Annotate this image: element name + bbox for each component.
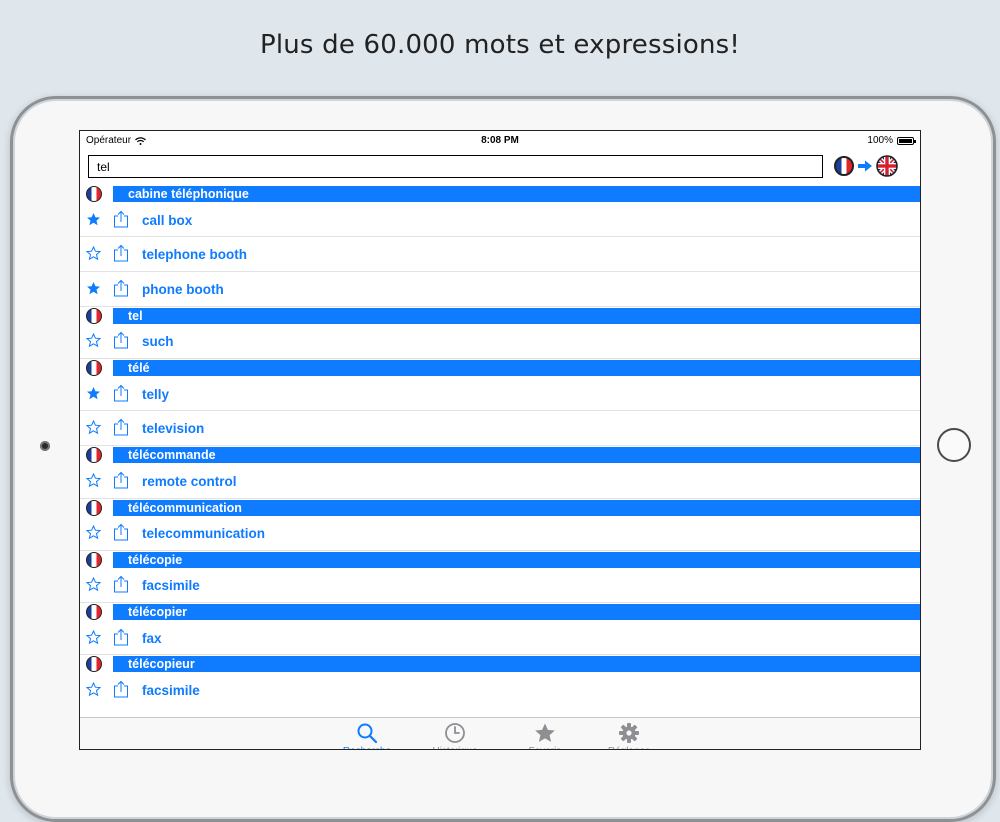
star-outline-icon[interactable] xyxy=(85,524,102,540)
translation-row[interactable]: fax xyxy=(80,621,920,656)
translation-term[interactable]: facsimile xyxy=(142,578,200,593)
share-icon[interactable] xyxy=(113,523,129,541)
headword-label: télécopier xyxy=(113,604,920,621)
tab-label: Favoris xyxy=(510,746,580,749)
translation-row[interactable]: call box xyxy=(80,203,920,238)
headword-label: tel xyxy=(113,307,920,324)
section-header: télécopieur xyxy=(80,655,920,673)
star-outline-icon[interactable] xyxy=(85,472,102,488)
app-screen: Opérateur 8:08 PM 100% tel cabine téléph… xyxy=(79,130,921,750)
translation-term[interactable]: telephone booth xyxy=(142,247,247,262)
battery-group: 100% xyxy=(867,135,916,146)
headword-label: télé xyxy=(113,360,920,377)
translation-row[interactable]: facsimile xyxy=(80,673,920,708)
section-header: cabine téléphonique xyxy=(80,185,920,203)
tab-search[interactable]: Recherche xyxy=(332,722,402,749)
tab-label: Réglages xyxy=(594,746,664,749)
battery-icon xyxy=(897,136,916,145)
translation-row[interactable]: phone booth xyxy=(80,272,920,307)
section-header: télécommunication xyxy=(80,499,920,517)
arrow-right-icon[interactable] xyxy=(857,158,873,174)
translation-row[interactable]: telephone booth xyxy=(80,237,920,273)
french-flag-icon xyxy=(86,360,102,377)
translation-row[interactable]: remote control xyxy=(80,464,920,499)
star-outline-icon[interactable] xyxy=(85,629,102,645)
status-bar: Opérateur 8:08 PM 100% xyxy=(80,131,920,151)
section-header: télé xyxy=(80,359,920,377)
headword-label: télécopieur xyxy=(113,656,920,673)
translation-term[interactable]: fax xyxy=(142,631,162,646)
section-header: télécommande xyxy=(80,446,920,464)
headword-label: télécommunication xyxy=(113,499,920,516)
tab-history[interactable]: Historique xyxy=(420,722,490,749)
uk-flag-icon[interactable] xyxy=(876,155,898,177)
translation-row[interactable]: television xyxy=(80,411,920,447)
star-outline-icon[interactable] xyxy=(85,333,102,348)
section-header: télécopier xyxy=(80,603,920,621)
translation-term[interactable]: phone booth xyxy=(142,282,224,297)
headline: Plus de 60.000 mots et expressions! xyxy=(259,30,741,60)
french-flag-icon[interactable] xyxy=(834,156,854,176)
share-icon[interactable] xyxy=(113,575,129,593)
french-flag-icon xyxy=(86,447,102,464)
french-flag-icon xyxy=(86,656,102,673)
status-time: 8:08 PM xyxy=(481,135,519,146)
french-flag-icon xyxy=(86,186,102,202)
share-icon[interactable] xyxy=(113,279,129,297)
tab-label: Recherche xyxy=(332,746,402,749)
tab-bar: Recherche Historique Favoris Réglages xyxy=(80,717,920,749)
share-icon[interactable] xyxy=(113,331,129,349)
headword-label: télécommande xyxy=(113,447,920,464)
french-flag-icon xyxy=(86,604,102,621)
translation-row[interactable]: telly xyxy=(80,377,920,412)
headword-label: télécopie xyxy=(113,551,920,568)
search-icon xyxy=(332,722,402,744)
star-outline-icon[interactable] xyxy=(85,420,102,435)
headword-label: cabine téléphonique xyxy=(113,186,920,202)
translation-row[interactable]: telecommunication xyxy=(80,516,920,551)
tab-label: Historique xyxy=(420,746,490,749)
star-outline-icon[interactable] xyxy=(85,681,102,697)
translation-row[interactable]: facsimile xyxy=(80,568,920,604)
share-icon[interactable] xyxy=(113,418,129,436)
share-icon[interactable] xyxy=(113,384,129,402)
battery-percent: 100% xyxy=(867,135,893,146)
translation-term[interactable]: telecommunication xyxy=(142,526,265,541)
french-flag-icon xyxy=(86,307,102,324)
star-outline-icon[interactable] xyxy=(85,577,102,592)
translation-term[interactable]: telly xyxy=(142,387,169,402)
share-icon[interactable] xyxy=(113,628,129,646)
search-input[interactable] xyxy=(89,156,822,177)
translation-row[interactable]: such xyxy=(80,324,920,360)
language-switch[interactable] xyxy=(834,155,898,177)
share-icon[interactable] xyxy=(113,244,129,262)
star-filled-icon[interactable] xyxy=(86,281,101,296)
section-header: tel xyxy=(80,307,920,325)
star-filled-icon[interactable] xyxy=(86,386,101,401)
share-icon[interactable] xyxy=(113,210,129,228)
translation-term[interactable]: television xyxy=(142,421,204,436)
translation-term[interactable]: remote control xyxy=(142,474,237,489)
share-icon[interactable] xyxy=(113,680,129,698)
tab-settings[interactable]: Réglages xyxy=(594,722,664,749)
camera-icon xyxy=(40,441,50,451)
french-flag-icon xyxy=(86,551,102,568)
translation-term[interactable]: such xyxy=(142,334,174,349)
french-flag-icon xyxy=(86,499,102,516)
translation-term[interactable]: call box xyxy=(142,213,192,228)
results-list[interactable]: cabine téléphonique call box telephone boo… xyxy=(80,185,920,717)
share-icon[interactable] xyxy=(113,471,129,489)
home-button[interactable] xyxy=(937,428,971,462)
star-icon xyxy=(510,722,580,744)
star-filled-icon[interactable] xyxy=(86,212,101,227)
gear-icon xyxy=(594,722,664,744)
tab-favorites[interactable]: Favoris xyxy=(510,722,580,749)
star-outline-icon[interactable] xyxy=(85,246,102,261)
translation-term[interactable]: facsimile xyxy=(142,683,200,698)
search-field[interactable] xyxy=(88,155,823,178)
clock-icon xyxy=(420,722,490,744)
section-header: télécopie xyxy=(80,551,920,569)
